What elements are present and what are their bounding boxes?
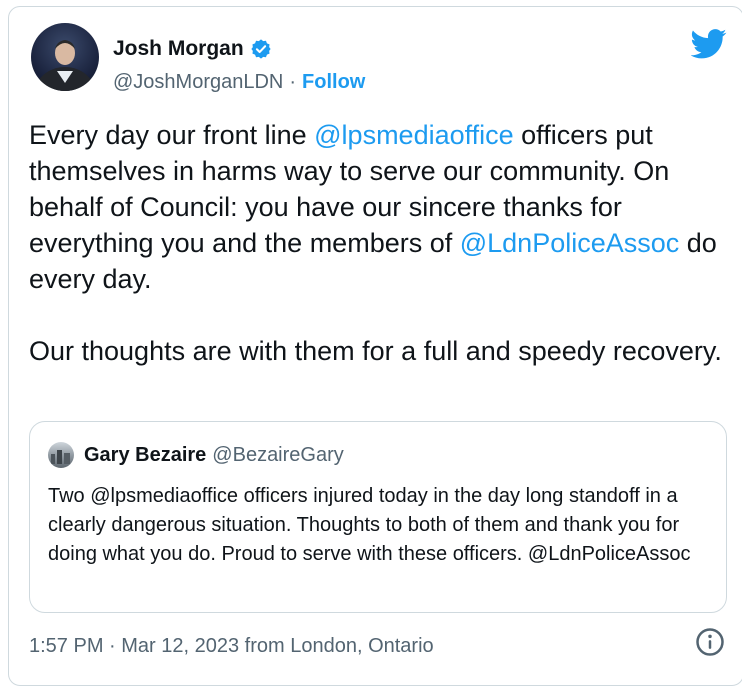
quoted-tweet[interactable]: Gary Bezaire @BezaireGary Two @lpsmediaof…	[29, 421, 727, 613]
author-name-row: Josh Morgan	[113, 37, 272, 61]
follow-button[interactable]: Follow	[302, 71, 365, 93]
mention-ldnpoliceassoc[interactable]: @LdnPoliceAssoc	[460, 228, 680, 258]
info-icon[interactable]	[695, 627, 725, 657]
tweet-body: Every day our front line @lpsmediaoffice…	[29, 117, 729, 369]
author-handle-row: @JoshMorganLDN · Follow	[113, 71, 365, 94]
tweet-text-part: Every day our front line	[29, 120, 315, 150]
verified-badge-icon	[251, 39, 271, 59]
tweet-timestamp[interactable]: 1:57 PM · Mar 12, 2023 from London, Onta…	[29, 635, 434, 658]
twitter-bird-icon[interactable]	[691, 29, 727, 59]
author-name[interactable]: Josh Morgan	[113, 37, 244, 61]
author-avatar[interactable]	[31, 23, 99, 91]
tweet-card: Josh Morgan @JoshMorganLDN · Follow Every …	[8, 6, 742, 686]
quoted-tweet-text: Two @lpsmediaoffice officers injured tod…	[48, 485, 691, 565]
quoted-author-handle: @BezaireGary	[212, 444, 344, 466]
quoted-header: Gary Bezaire @BezaireGary	[84, 444, 344, 467]
separator-dot: ·	[289, 71, 297, 93]
mention-lpsmediaoffice[interactable]: @lpsmediaoffice	[314, 120, 514, 150]
author-handle[interactable]: @JoshMorganLDN	[113, 71, 283, 93]
quoted-author-name: Gary Bezaire	[84, 444, 207, 466]
quoted-author-avatar	[48, 442, 74, 468]
tweet-paragraph-2: Our thoughts are with them for a full an…	[29, 336, 722, 366]
